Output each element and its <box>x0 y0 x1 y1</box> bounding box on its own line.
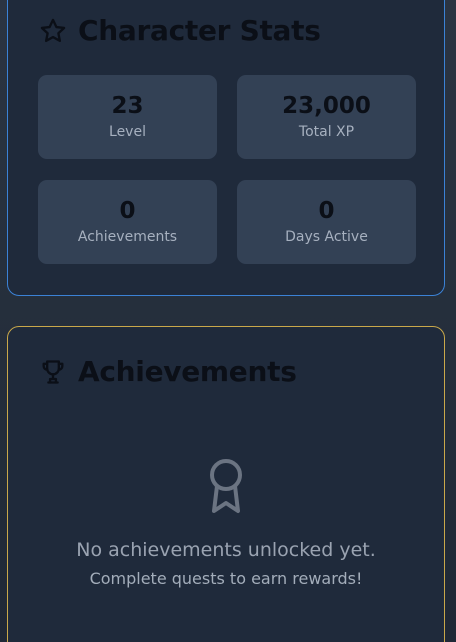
stat-label: Days Active <box>285 228 368 245</box>
empty-message: No achievements unlocked yet. <box>76 539 376 561</box>
stat-label: Achievements <box>77 228 178 245</box>
character-stats-header: Character Stats <box>38 14 321 47</box>
stat-label: Level <box>109 123 146 140</box>
stat-card-achievements: 0 Achievements <box>38 180 217 264</box>
stat-value: 0 <box>318 198 335 225</box>
achievements-header: Achievements <box>38 355 297 388</box>
stat-card-days-active: 0 Days Active <box>237 180 416 264</box>
stat-value: 23 <box>111 93 144 120</box>
character-stats-panel: Character Stats 23 Level 23,000 Total XP… <box>7 0 445 296</box>
stat-value: 0 <box>119 198 136 225</box>
character-stats-title: Character Stats <box>78 14 321 47</box>
stat-grid: 23 Level 23,000 Total XP 0 Achievements … <box>38 75 416 264</box>
stat-card-total-xp: 23,000 Total XP <box>237 75 416 159</box>
empty-hint: Complete quests to earn rewards! <box>89 569 363 588</box>
star-icon <box>38 16 68 46</box>
stat-card-level: 23 Level <box>38 75 217 159</box>
award-ribbon-icon <box>206 457 246 515</box>
stat-value: 23,000 <box>282 93 371 120</box>
trophy-icon <box>38 357 68 387</box>
achievements-empty-state: No achievements unlocked yet. Complete q… <box>8 457 444 588</box>
achievements-panel: Achievements No achievements unlocked ye… <box>7 326 445 642</box>
stat-label: Total XP <box>298 123 355 140</box>
achievements-title: Achievements <box>78 355 297 388</box>
